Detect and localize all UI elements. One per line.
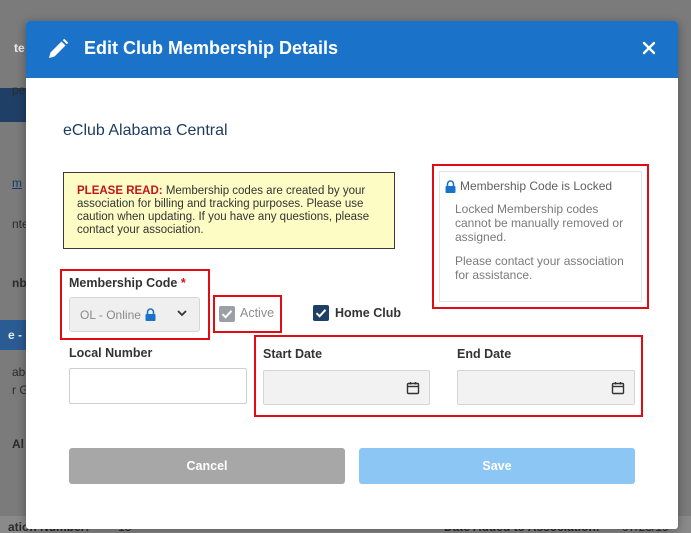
start-date-input[interactable] <box>263 370 430 405</box>
pencil-icon <box>49 38 69 58</box>
membership-code-select[interactable]: OL - Online <box>69 297 200 332</box>
notice-lead: PLEASE READ: <box>77 185 163 197</box>
close-icon[interactable] <box>638 37 660 59</box>
local-number-input[interactable] <box>69 368 247 404</box>
edit-membership-modal: Edit Club Membership Details eClub Alaba… <box>26 21 678 529</box>
chevron-down-icon <box>177 310 187 317</box>
calendar-icon[interactable] <box>406 381 420 395</box>
background-fragment: ab <box>12 365 26 379</box>
end-date-input[interactable] <box>457 370 635 405</box>
checkmark-icon <box>221 310 233 319</box>
locked-info-title: Membership Code is Locked <box>445 179 612 193</box>
membership-code-highlight: Membership Code * OL - Online <box>60 269 210 340</box>
modal-header: Edit Club Membership Details <box>26 21 678 78</box>
locked-info-panel: Membership Code is Locked Locked Members… <box>439 171 642 302</box>
lock-icon <box>445 179 456 193</box>
locked-info-title-text: Membership Code is Locked <box>460 179 613 193</box>
cancel-button[interactable]: Cancel <box>69 448 345 484</box>
membership-code-value: OL - Online <box>80 307 141 322</box>
locked-info-highlight: Membership Code is Locked Locked Members… <box>432 164 649 309</box>
checkmark-icon <box>315 309 327 318</box>
membership-code-label-text: Membership Code <box>69 276 178 290</box>
background-fragment[interactable]: m <box>12 176 22 190</box>
save-button[interactable]: Save <box>359 448 635 484</box>
background-fragment: pe <box>12 83 26 97</box>
lock-icon <box>145 308 156 321</box>
notice-box: PLEASE READ: Membership codes are create… <box>63 172 395 249</box>
background-fragment: Al <box>12 437 24 451</box>
background-fragment: e - <box>8 328 23 342</box>
home-club-label: Home Club <box>335 306 401 320</box>
local-number-label: Local Number <box>69 346 153 360</box>
locked-info-paragraph: Locked Membership codes cannot be manual… <box>455 202 624 244</box>
modal-title: Edit Club Membership Details <box>84 38 339 58</box>
active-checkbox[interactable] <box>219 306 235 322</box>
required-marker: * <box>180 276 186 290</box>
club-name: eClub Alabama Central <box>63 122 228 139</box>
active-label: Active <box>240 306 275 320</box>
membership-code-label: Membership Code * <box>69 276 186 290</box>
home-club-checkbox[interactable] <box>313 305 329 321</box>
background-fragment: nb <box>12 276 27 290</box>
dates-highlight: Start Date End Date <box>254 335 643 417</box>
locked-info-paragraph: Please contact your association for assi… <box>455 254 624 282</box>
calendar-icon[interactable] <box>611 381 625 395</box>
end-date-label: End Date <box>457 347 512 361</box>
active-highlight: Active <box>213 295 282 333</box>
background-fragment: te <box>14 41 25 55</box>
start-date-label: Start Date <box>263 347 323 361</box>
